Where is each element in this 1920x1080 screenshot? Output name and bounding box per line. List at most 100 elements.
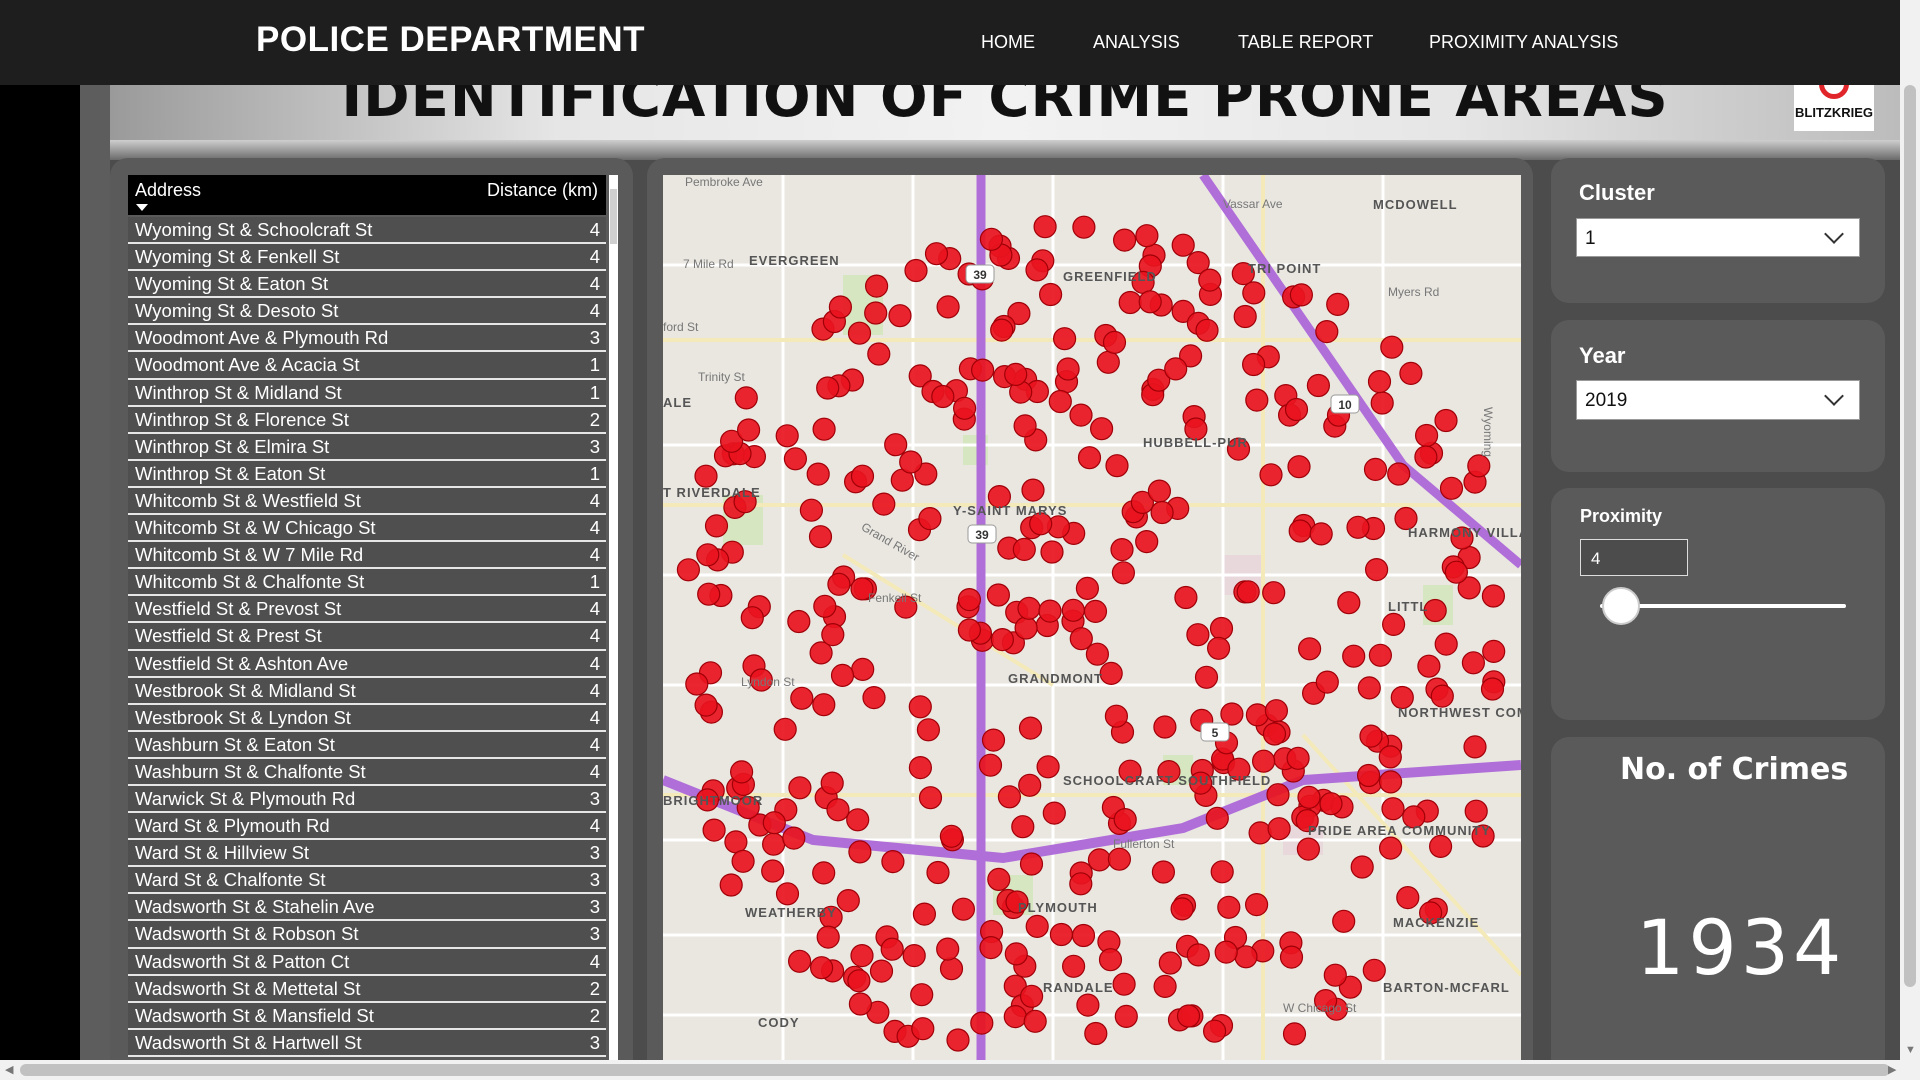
table-row[interactable]: Washburn St & Eaton St 4 (128, 731, 606, 759)
scroll-right-arrow-icon[interactable]: ▶ (1888, 1063, 1896, 1076)
crime-marker[interactable] (810, 956, 834, 980)
crime-marker[interactable] (946, 1028, 970, 1052)
table-row[interactable]: Ward St & Plymouth Rd 4 (128, 813, 606, 841)
crime-marker[interactable] (812, 693, 836, 717)
crime-marker[interactable] (880, 937, 904, 961)
crime-marker[interactable] (761, 859, 785, 883)
crime-marker[interactable] (908, 755, 932, 780)
column-header-address[interactable]: Address (135, 180, 201, 201)
crime-marker[interactable] (1399, 361, 1423, 385)
proximity-slider-thumb[interactable] (1602, 587, 1640, 625)
crime-marker[interactable] (808, 525, 833, 549)
crime-marker[interactable] (1099, 661, 1123, 685)
crime-marker[interactable] (1061, 598, 1085, 622)
crime-marker[interactable] (724, 830, 748, 854)
table-row[interactable]: Westfield St & Prest St 4 (128, 623, 606, 651)
crime-marker[interactable] (888, 304, 912, 328)
crime-marker[interactable] (1135, 224, 1159, 248)
crime-marker[interactable] (1381, 797, 1405, 821)
crime-marker[interactable] (850, 464, 875, 488)
crime-marker[interactable] (1428, 834, 1453, 859)
crime-marker[interactable] (685, 672, 709, 696)
chevron-down-icon[interactable] (1824, 386, 1844, 406)
crime-marker[interactable] (1017, 596, 1041, 620)
crime-marker[interactable] (1048, 389, 1072, 414)
crime-marker[interactable] (1174, 585, 1198, 610)
crime-marker[interactable] (1118, 290, 1142, 315)
table-row[interactable]: Wadsworth St & Patton Ct 4 (128, 948, 606, 976)
crime-marker[interactable] (918, 786, 943, 810)
crime-marker[interactable] (1025, 258, 1049, 282)
crime-marker[interactable] (851, 657, 875, 681)
crime-marker[interactable] (910, 983, 934, 1007)
table-row[interactable]: Wadsworth St & Mettetal St 2 (128, 975, 606, 1003)
crime-marker[interactable] (957, 618, 981, 642)
crime-marker[interactable] (1259, 463, 1283, 487)
crime-marker[interactable] (1012, 537, 1036, 561)
crime-marker[interactable] (1083, 599, 1108, 623)
crime-marker[interactable] (1098, 948, 1123, 972)
crime-marker[interactable] (1378, 770, 1403, 794)
crime-marker[interactable] (1023, 1009, 1047, 1033)
crime-marker[interactable] (1315, 320, 1339, 344)
crime-marker[interactable] (957, 588, 981, 612)
crime-marker[interactable] (1287, 455, 1311, 479)
crime-marker[interactable] (816, 376, 840, 400)
crime-marker[interactable] (1342, 644, 1366, 668)
crime-marker[interactable] (1090, 417, 1114, 441)
crime-marker[interactable] (696, 543, 720, 567)
crime-marker[interactable] (1069, 403, 1093, 427)
crime-marker[interactable] (1467, 454, 1491, 478)
crime-marker[interactable] (1356, 763, 1381, 788)
table-row[interactable]: Wadsworth St & Mansfield St 2 (128, 1002, 606, 1030)
crime-marker[interactable] (881, 849, 905, 874)
crime-marker[interactable] (1018, 773, 1042, 797)
crime-marker[interactable] (1326, 292, 1350, 316)
crime-marker[interactable] (1069, 627, 1093, 651)
crime-marker[interactable] (1288, 519, 1312, 543)
crime-marker[interactable] (1071, 923, 1096, 948)
crime-marker[interactable] (1370, 391, 1394, 415)
crime-marker[interactable] (1414, 423, 1439, 448)
crime-marker[interactable] (1430, 684, 1454, 708)
crime-marker[interactable] (867, 342, 891, 366)
crime-marker[interactable] (1205, 806, 1229, 830)
crime-marker[interactable] (869, 959, 894, 983)
crime-marker[interactable] (1461, 651, 1486, 675)
crime-marker[interactable] (1138, 290, 1162, 314)
crime-marker[interactable] (884, 433, 908, 457)
crime-marker[interactable] (1245, 703, 1270, 727)
page-vertical-scrollbar-thumb[interactable] (1904, 85, 1916, 987)
crime-marker[interactable] (1368, 643, 1393, 667)
cluster-dropdown[interactable]: 1 (1576, 218, 1860, 257)
table-row[interactable]: Westfield St & Prevost St 4 (128, 596, 606, 624)
crime-marker[interactable] (1282, 1022, 1307, 1046)
crime-marker[interactable] (1198, 268, 1222, 292)
crime-marker[interactable] (1170, 897, 1194, 921)
crime-marker[interactable] (916, 718, 940, 742)
crime-marker[interactable] (1102, 330, 1127, 354)
crime-marker[interactable] (1350, 855, 1374, 879)
crime-marker[interactable] (904, 258, 928, 283)
crime-marker[interactable] (1214, 940, 1238, 964)
crime-marker[interactable] (1186, 943, 1210, 967)
crime-marker[interactable] (1075, 576, 1099, 600)
crime-marker[interactable] (1267, 817, 1291, 841)
crime-marker[interactable] (918, 507, 942, 531)
crime-marker[interactable] (1480, 677, 1505, 701)
crime-marker[interactable] (953, 396, 977, 420)
crime-marker[interactable] (978, 753, 1003, 777)
crime-marker[interactable] (734, 386, 758, 410)
table-row[interactable]: Whitcomb St & Westfield St 4 (128, 487, 606, 516)
crime-marker[interactable] (1396, 885, 1420, 910)
crime-marker[interactable] (1309, 522, 1333, 546)
crime-marker[interactable] (862, 685, 886, 710)
crime-marker[interactable] (1434, 632, 1458, 656)
scroll-left-arrow-icon[interactable]: ◀ (5, 1063, 13, 1076)
crime-marker[interactable] (1151, 860, 1175, 884)
crime-marker[interactable] (697, 582, 721, 606)
table-row[interactable]: Ward St & Hillview St 3 (128, 840, 606, 868)
table-row[interactable]: Wyoming St & Fenkell St 4 (128, 244, 606, 272)
crime-marker[interactable] (1176, 1004, 1201, 1028)
page-horizontal-scrollbar-thumb[interactable] (20, 1064, 1890, 1076)
